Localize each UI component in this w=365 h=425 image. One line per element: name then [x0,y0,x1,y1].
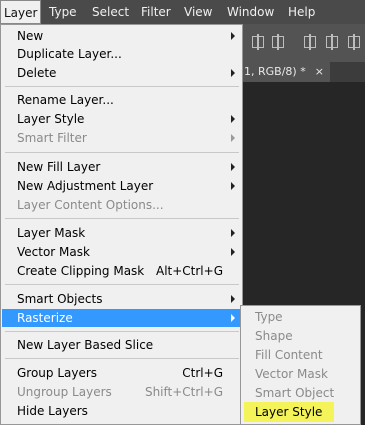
submenu-item-label: Shape [255,329,293,343]
menu-item-label: Rasterize [17,311,73,325]
document-tab-bar: 1, RGB/8) * × [238,62,365,82]
submenu-item-fill-content: Fill Content [255,346,323,364]
submenu-item-smart-object: Smart Object [255,384,334,402]
align-top-icon[interactable] [304,34,316,50]
menu-item-group-layers[interactable]: Group Layers Ctrl+G [2,364,241,382]
submenu-arrow-icon [231,69,235,77]
menu-item-label: Duplicate Layer... [17,47,122,61]
rasterize-submenu: Type Shape Fill Content Vector Mask Smar… [240,305,361,425]
submenu-item-label: Fill Content [255,348,323,362]
menu-item-new-fill-layer[interactable]: New Fill Layer [2,158,241,176]
submenu-arrow-icon [231,134,235,142]
menu-item-label: Hide Layers [17,404,88,418]
menu-item-label: New Adjustment Layer [17,179,154,193]
menu-item-shortcut: Ctrl+G [182,366,223,380]
menu-item-ungroup-layers: Ungroup Layers Shift+Ctrl+G [2,383,241,401]
menu-item-label: Smart Filter [17,131,87,145]
menu-help[interactable]: Help [288,5,315,19]
distribute-icon[interactable] [272,34,284,50]
menu-item-label: Group Layers [17,366,98,380]
menu-item-label: Layer Mask [17,226,86,240]
menu-item-label: Layer Content Options... [17,198,164,212]
submenu-item-label: Smart Object [255,386,335,400]
menu-item-delete[interactable]: Delete [2,64,241,82]
menu-item-label: New [17,29,44,43]
submenu-arrow-icon [231,295,235,303]
menu-separator [5,218,239,219]
submenu-arrow-icon [231,163,235,171]
submenu-item-type: Type [255,308,283,326]
menu-view[interactable]: View [184,5,212,19]
menu-item-label: Rename Layer... [17,93,114,107]
menu-select[interactable]: Select [92,5,129,19]
submenu-arrow-icon [231,248,235,256]
menu-item-rasterize[interactable]: Rasterize [2,309,241,327]
menu-item-label: New Fill Layer [17,160,101,174]
align-distribute-icon[interactable] [252,34,264,50]
menu-bar: Layer Type Select Filter View Window Hel… [0,0,365,24]
menu-item-new[interactable]: New [2,27,241,45]
menu-item-shortcut: Shift+Ctrl+G [144,385,223,399]
menu-item-label: Delete [17,66,57,80]
menu-item-label: New Layer Based Slice [17,338,154,352]
menu-separator [5,284,239,285]
align-bottom-icon[interactable] [348,34,360,50]
menu-layer[interactable]: Layer [0,0,42,24]
document-tab-title: 1, RGB/8) * [244,65,306,78]
menu-item-duplicate-layer[interactable]: Duplicate Layer... [2,45,241,63]
menu-item-vector-mask[interactable]: Vector Mask [2,243,241,261]
menu-item-label: Smart Objects [17,292,103,306]
submenu-arrow-icon [231,182,235,190]
menu-item-layer-content-options: Layer Content Options... [2,196,241,214]
menu-separator [5,86,239,87]
submenu-item-vector-mask: Vector Mask [255,365,328,383]
menu-item-label: Vector Mask [17,245,90,259]
menu-item-smart-filter: Smart Filter [2,129,241,147]
submenu-item-label: Type [255,310,283,324]
menu-separator [5,358,239,359]
menu-item-hide-layers[interactable]: Hide Layers [2,402,241,420]
layer-menu: New Duplicate Layer... Delete Rename Lay… [0,24,243,425]
submenu-arrow-icon [231,314,235,322]
menu-separator [5,331,239,332]
menu-window[interactable]: Window [227,5,274,19]
submenu-arrow-icon [231,32,235,40]
submenu-arrow-icon [231,229,235,237]
menu-item-label: Ungroup Layers [17,385,112,399]
submenu-item-label: Layer Style [255,405,323,419]
menu-item-create-clipping-mask[interactable]: Create Clipping Mask Alt+Ctrl+G [2,262,241,280]
menu-separator [5,152,239,153]
document-tab[interactable]: 1, RGB/8) * × [238,62,330,82]
menu-item-layer-mask[interactable]: Layer Mask [2,224,241,242]
menu-item-label: Create Clipping Mask [17,264,145,278]
submenu-item-layer-style[interactable]: Layer Style [255,403,322,421]
menu-filter[interactable]: Filter [141,5,171,19]
menu-item-shortcut: Alt+Ctrl+G [155,264,223,278]
options-toolbar [238,24,365,63]
menu-item-layer-style[interactable]: Layer Style [2,110,241,128]
menu-item-new-adjustment-layer[interactable]: New Adjustment Layer [2,177,241,195]
submenu-item-label: Vector Mask [255,367,328,381]
menu-item-rename-layer[interactable]: Rename Layer... [2,91,241,109]
submenu-item-shape: Shape [255,327,293,345]
menu-item-label: Layer Style [17,112,85,126]
menu-item-new-layer-based-slice[interactable]: New Layer Based Slice [2,336,241,354]
menu-type[interactable]: Type [49,5,77,19]
align-middle-icon[interactable] [326,34,338,50]
menu-item-smart-objects[interactable]: Smart Objects [2,290,241,308]
submenu-arrow-icon [231,115,235,123]
close-icon[interactable]: × [315,62,324,82]
